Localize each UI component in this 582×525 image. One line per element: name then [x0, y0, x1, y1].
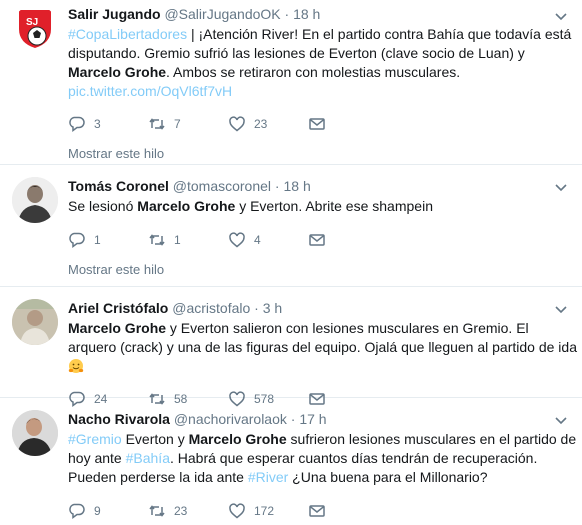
like-button[interactable]: 23 — [228, 115, 308, 133]
display-name[interactable]: Salir Jugando — [68, 6, 161, 22]
avatar[interactable] — [12, 299, 58, 345]
handle[interactable]: @acristofalo — [172, 300, 250, 316]
like-button[interactable]: 172 — [228, 502, 308, 520]
hugging-face-emoji-icon — [68, 359, 84, 373]
tweet[interactable]: Ariel Cristófalo @acristofalo · 3 h Marc… — [0, 287, 582, 407]
separator: · — [290, 411, 296, 427]
show-thread-link[interactable]: Mostrar este hilo — [68, 262, 582, 277]
hashtag-link[interactable]: #River — [248, 469, 288, 485]
display-name[interactable]: Tomás Coronel — [68, 178, 169, 194]
retweet-icon — [149, 118, 165, 130]
tweet-text: #CopaLibertadores | ¡Atención River! En … — [68, 25, 582, 101]
display-name[interactable]: Nacho Rivarola — [68, 411, 170, 427]
envelope-icon — [309, 234, 325, 246]
logo-text: SJ — [26, 17, 38, 28]
handle[interactable]: @SalirJugandoOK — [164, 6, 280, 22]
tweet[interactable]: Nacho Rivarola @nachorivarolaok · 17 h #… — [0, 398, 582, 525]
handle[interactable]: @nachorivarolaok — [174, 411, 287, 427]
retweet-count: 23 — [174, 504, 188, 518]
tweet-actions: 9 23 172 — [68, 501, 582, 521]
tweet-header: Nacho Rivarola @nachorivarolaok · 17 h — [68, 410, 582, 428]
highlighted-text: Marcelo Grohe — [137, 198, 236, 214]
hashtag-link[interactable]: #Bahía — [126, 450, 170, 466]
retweet-button[interactable]: 1 — [148, 231, 228, 249]
chevron-down-icon[interactable] — [554, 9, 568, 23]
media-link[interactable]: pic.twitter.com/OqVl6tf7vH — [68, 83, 232, 99]
like-count: 172 — [254, 504, 275, 518]
tweet-actions: 3 7 23 — [68, 114, 582, 134]
reply-count: 3 — [94, 117, 101, 131]
tweet-header: Ariel Cristófalo @acristofalo · 3 h — [68, 299, 582, 317]
chevron-down-icon[interactable] — [554, 302, 568, 316]
timestamp[interactable]: 3 h — [263, 300, 282, 316]
tweet-header: Salir Jugando @SalirJugandoOK · 18 h — [68, 5, 582, 23]
tweet-text: Se lesionó Marcelo Grohe y Everton. Abri… — [68, 197, 582, 216]
like-count: 23 — [254, 117, 268, 131]
separator: · — [254, 300, 259, 316]
retweet-button[interactable]: 23 — [148, 502, 228, 520]
dm-button[interactable] — [308, 115, 388, 133]
tweet-actions: 1 1 4 — [68, 230, 582, 250]
user-photo-icon — [12, 299, 58, 345]
like-count: 4 — [254, 233, 261, 247]
tweet[interactable]: Tomás Coronel @tomascoronel · 18 h Se le… — [0, 165, 582, 287]
text-segment: y Everton. Abrite ese shampein — [235, 198, 433, 214]
handle[interactable]: @tomascoronel — [173, 178, 271, 194]
text-segment: . Ambos se retiraron con molestias muscu… — [166, 64, 461, 80]
avatar[interactable] — [12, 177, 58, 223]
chevron-down-icon[interactable] — [554, 180, 568, 194]
tweet[interactable]: SJ Salir Jugando @SalirJugandoOK · 18 h … — [0, 0, 582, 165]
reply-count: 9 — [94, 504, 101, 518]
reply-button[interactable]: 9 — [68, 502, 148, 520]
heart-icon — [229, 503, 245, 519]
timestamp[interactable]: 18 h — [293, 6, 320, 22]
reply-icon — [69, 503, 85, 519]
retweet-count: 7 — [174, 117, 181, 131]
timestamp[interactable]: 17 h — [299, 411, 326, 427]
timestamp[interactable]: 18 h — [283, 178, 310, 194]
envelope-icon — [309, 118, 325, 130]
highlighted-text: Marcelo Grohe — [188, 431, 287, 447]
display-name[interactable]: Ariel Cristófalo — [68, 300, 168, 316]
tweet-text: Marcelo Grohe y Everton salieron con les… — [68, 319, 582, 376]
separator: · — [274, 178, 280, 194]
envelope-icon — [309, 505, 325, 517]
heart-icon — [229, 232, 245, 248]
dm-button[interactable] — [308, 502, 388, 520]
highlighted-text: Marcelo Grohe — [68, 320, 167, 336]
text-segment: ¿Una buena para el Millonario? — [288, 469, 488, 485]
separator: · — [284, 6, 290, 22]
user-photo-icon — [12, 177, 58, 223]
reply-icon — [69, 232, 85, 248]
chevron-down-icon[interactable] — [554, 413, 568, 427]
text-segment: Se lesionó — [68, 198, 138, 214]
reply-button[interactable]: 1 — [68, 231, 148, 249]
heart-icon — [229, 116, 245, 132]
tweet-header: Tomás Coronel @tomascoronel · 18 h — [68, 177, 582, 195]
reply-icon — [69, 116, 85, 132]
text-segment: Everton y — [121, 431, 189, 447]
show-thread-link[interactable]: Mostrar este hilo — [68, 146, 582, 161]
user-photo-icon — [12, 410, 58, 456]
hashtag-link[interactable]: #Gremio — [68, 431, 122, 447]
timeline: SJ Salir Jugando @SalirJugandoOK · 18 h … — [0, 0, 582, 525]
reply-count: 1 — [94, 233, 101, 247]
avatar[interactable]: SJ — [12, 5, 58, 51]
dm-button[interactable] — [308, 231, 388, 249]
highlighted-text: Marcelo Grohe — [68, 64, 167, 80]
salir-jugando-logo-icon: SJ — [19, 10, 51, 48]
like-button[interactable]: 4 — [228, 231, 308, 249]
retweet-count: 1 — [174, 233, 181, 247]
retweet-icon — [149, 505, 165, 517]
retweet-button[interactable]: 7 — [148, 115, 228, 133]
hashtag-link[interactable]: #CopaLibertadores — [68, 26, 187, 42]
tweet-text: #Gremio Everton y Marcelo Grohe sufriero… — [68, 430, 582, 487]
avatar[interactable] — [12, 410, 58, 456]
reply-button[interactable]: 3 — [68, 115, 148, 133]
retweet-icon — [149, 234, 165, 246]
